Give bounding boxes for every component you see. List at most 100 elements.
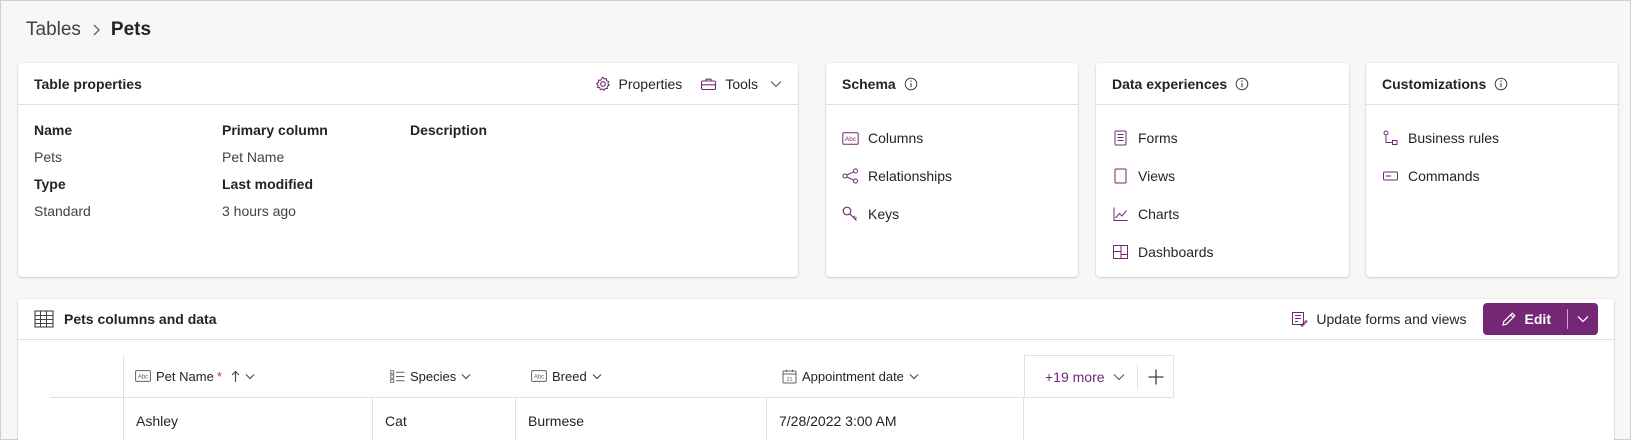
chevron-down-icon xyxy=(245,373,255,380)
schema-links: Abc Columns Relationships Keys xyxy=(826,105,1078,233)
svg-text:21: 21 xyxy=(786,377,792,383)
column-header-label: Pet Name xyxy=(156,368,214,384)
data-experiences-title: Data experiences xyxy=(1112,75,1228,92)
breadcrumb-current: Pets xyxy=(110,19,152,40)
form-edit-icon xyxy=(1291,311,1308,327)
description-label: Description xyxy=(410,122,488,138)
schema-link-label: Relationships xyxy=(868,168,953,184)
required-marker: * xyxy=(216,368,222,384)
chevron-down-icon xyxy=(592,373,602,380)
info-icon[interactable] xyxy=(904,77,918,91)
table-properties-header: Table properties Properties Tools xyxy=(18,63,798,105)
data-experiences-link-label: Dashboards xyxy=(1138,244,1214,260)
cell-species[interactable]: Cat xyxy=(385,398,407,440)
data-experiences-link-charts[interactable]: Charts xyxy=(1096,195,1349,233)
data-experiences-link-views[interactable]: Views xyxy=(1096,157,1349,195)
update-forms-and-views-button[interactable]: Update forms and views xyxy=(1291,311,1467,327)
table-row: Ashley Cat Burmese 7/28/2022 3:00 AM xyxy=(123,398,1173,440)
primary-column-value: Pet Name xyxy=(222,149,285,165)
schema-link-label: Columns xyxy=(868,130,924,146)
last-modified-label: Last modified xyxy=(222,176,314,192)
breadcrumb: Tables Pets xyxy=(26,18,151,42)
info-icon[interactable] xyxy=(1235,77,1249,91)
edit-dropdown-button[interactable] xyxy=(1568,303,1598,335)
view-icon xyxy=(1112,168,1129,184)
table-properties-grid: Name Pets Type Standard Primary column P… xyxy=(18,105,798,275)
choice-list-icon xyxy=(390,369,405,383)
properties-button-label: Properties xyxy=(618,75,683,92)
more-columns-box: +19 more xyxy=(1024,355,1174,398)
table-properties-actions: Properties Tools xyxy=(595,76,783,92)
type-label: Type xyxy=(34,176,66,192)
cell-appointment-date[interactable]: 7/28/2022 3:00 AM xyxy=(779,398,897,440)
form-icon xyxy=(1112,130,1129,146)
column-header-label: Appointment date xyxy=(802,368,904,384)
data-experiences-link-forms[interactable]: Forms xyxy=(1096,119,1349,157)
text-field-icon: Abc xyxy=(135,370,151,382)
gear-icon xyxy=(595,75,611,92)
cell-pet-name[interactable]: Ashley xyxy=(136,398,178,440)
plus-icon xyxy=(1147,368,1165,386)
toolbox-icon xyxy=(700,77,717,91)
column-header-species[interactable]: Species xyxy=(390,355,471,397)
column-header-appointment-date[interactable]: 21 Appointment date xyxy=(782,355,919,397)
last-modified-value: 3 hours ago xyxy=(222,203,296,219)
table-grid-icon xyxy=(34,310,54,328)
key-icon xyxy=(842,206,859,222)
properties-button[interactable]: Properties xyxy=(595,75,683,92)
edit-button[interactable]: Edit xyxy=(1483,303,1567,335)
update-forms-and-views-label: Update forms and views xyxy=(1316,311,1467,327)
more-columns-button[interactable]: +19 more xyxy=(1025,369,1137,385)
info-icon[interactable] xyxy=(1494,77,1508,91)
columns-and-data-panel: Pets columns and data Update forms and v… xyxy=(18,299,1614,440)
type-value: Standard xyxy=(34,203,91,219)
chevron-down-icon xyxy=(1577,315,1589,323)
chart-icon xyxy=(1112,206,1129,222)
sort-ascending-icon xyxy=(231,370,240,383)
customizations-link-commands[interactable]: Commands xyxy=(1366,157,1618,195)
cell-breed[interactable]: Burmese xyxy=(528,398,584,440)
column-header-pet-name[interactable]: Abc Pet Name * xyxy=(135,355,255,397)
table-properties-title: Table properties xyxy=(34,75,142,92)
tools-button-label: Tools xyxy=(725,75,758,92)
data-experiences-links: Forms Views Charts Dashboards xyxy=(1096,105,1349,271)
svg-text:Abc: Abc xyxy=(138,374,148,380)
text-field-icon: Abc xyxy=(842,131,859,145)
svg-text:Abc: Abc xyxy=(534,374,544,380)
schema-header: Schema xyxy=(826,63,1078,105)
schema-link-relationships[interactable]: Relationships xyxy=(826,157,1078,195)
svg-text:Abc: Abc xyxy=(845,136,857,143)
data-experiences-link-label: Charts xyxy=(1138,206,1180,222)
column-header-breed[interactable]: Abc Breed xyxy=(531,355,602,397)
schema-card: Schema Abc Columns Relationships Keys xyxy=(826,63,1078,277)
customizations-link-business-rules[interactable]: Business rules xyxy=(1366,119,1618,157)
column-header-label: Species xyxy=(410,368,457,384)
tools-button[interactable]: Tools xyxy=(700,76,782,92)
customizations-link-label: Business rules xyxy=(1408,130,1500,146)
customizations-card: Customizations Business rules Commands xyxy=(1366,63,1618,277)
pencil-icon xyxy=(1501,311,1517,327)
edit-split-button: Edit xyxy=(1482,303,1598,335)
schema-title: Schema xyxy=(842,75,896,92)
schema-link-columns[interactable]: Abc Columns xyxy=(826,119,1078,157)
more-columns-label: +19 more xyxy=(1045,369,1105,385)
data-experiences-header: Data experiences xyxy=(1096,63,1349,105)
primary-column-label: Primary column xyxy=(222,122,328,138)
customizations-links: Business rules Commands xyxy=(1366,105,1618,195)
customizations-title: Customizations xyxy=(1382,75,1487,92)
add-column-button[interactable] xyxy=(1138,368,1173,386)
chevron-down-icon xyxy=(770,80,782,88)
chevron-right-icon xyxy=(91,23,101,37)
table-properties-card: Table properties Properties Tools Name P… xyxy=(18,63,798,277)
schema-link-label: Keys xyxy=(868,206,900,222)
edit-button-label: Edit xyxy=(1524,311,1551,327)
dashboard-icon xyxy=(1112,244,1129,260)
calendar-icon: 21 xyxy=(782,369,797,384)
data-experiences-link-label: Views xyxy=(1138,168,1176,184)
text-field-icon: Abc xyxy=(531,370,547,382)
data-experiences-link-dashboards[interactable]: Dashboards xyxy=(1096,233,1349,271)
schema-link-keys[interactable]: Keys xyxy=(826,195,1078,233)
data-experiences-card: Data experiences Forms Views Charts Dash… xyxy=(1096,63,1349,277)
breadcrumb-tables-link[interactable]: Tables xyxy=(26,19,81,41)
relationships-icon xyxy=(842,168,859,184)
